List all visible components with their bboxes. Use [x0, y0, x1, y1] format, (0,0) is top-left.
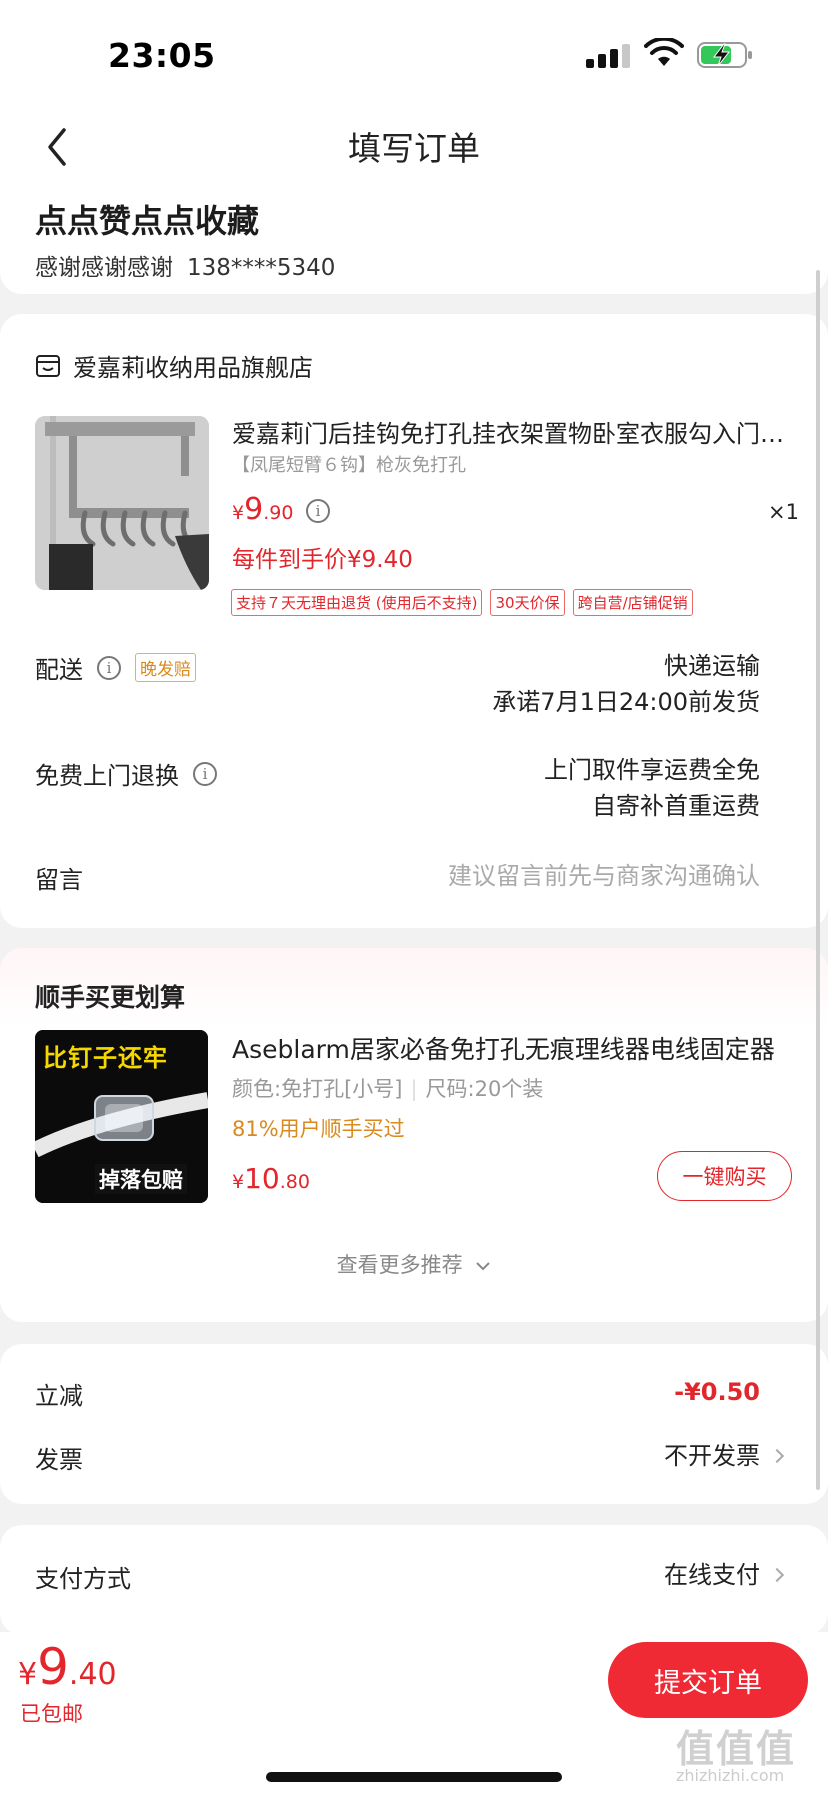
- late-delivery-badge: 晚发赔: [135, 653, 196, 682]
- total-symbol: ¥: [18, 1657, 38, 1692]
- status-bar: 23:05: [0, 0, 828, 100]
- tag-returns: 支持７天无理由退货 (使用后不支持): [231, 589, 483, 616]
- returns-detail: 上门取件享运费全免 自寄补首重运费: [544, 752, 760, 824]
- recommend-image-slogan: 比钉子还牢: [43, 1044, 168, 1072]
- submit-order-button[interactable]: 提交订单: [608, 1642, 808, 1718]
- recommend-image-guarantee: 掉落包赔: [95, 1164, 187, 1194]
- returns-line1: 上门取件享运费全免: [544, 756, 760, 784]
- recommend-bought-rate: 81%用户顺手买过: [232, 1117, 405, 1141]
- nav-bar: 填写订单: [0, 100, 828, 192]
- recommend-spec-color: 颜色:免打孔[小号]: [232, 1077, 403, 1101]
- delivery-promise: 承诺7月1日24:00前发货: [492, 688, 760, 716]
- rec-price-symbol: ¥: [232, 1171, 245, 1193]
- recommend-product-name[interactable]: Aseblarm居家必备免打孔无痕理线器电线固定器: [232, 1030, 792, 1066]
- price-int: 9: [244, 492, 264, 527]
- total-price: ¥9.40: [18, 1638, 117, 1696]
- total-int: 9: [37, 1638, 69, 1696]
- invoice-value[interactable]: 不开发票: [664, 1438, 760, 1474]
- discount-value: -¥0.50: [674, 1378, 760, 1406]
- product-spec: 【凤尾短臂６钩】枪灰免打孔: [232, 455, 466, 476]
- price-summary-card: [0, 1344, 828, 1504]
- discount-label-text: 立减: [35, 1382, 83, 1410]
- store-name: 爱嘉莉收纳用品旗舰店: [73, 354, 313, 382]
- message-label: 留言: [35, 860, 83, 895]
- hook-rack-illustration: [35, 416, 209, 590]
- returns-info-icon[interactable]: i: [193, 761, 217, 786]
- recommend-image[interactable]: 比钉子还牢 掉落包赔: [35, 1030, 208, 1203]
- free-shipping-label: 已包邮: [20, 1702, 83, 1726]
- recipient-name: 感谢感谢感谢: [35, 255, 173, 281]
- cellular-signal-icon: [586, 44, 630, 68]
- delivery-detail[interactable]: 快递运输 承诺7月1日24:00前发货: [492, 648, 760, 720]
- delivery-method: 快递运输: [664, 652, 760, 680]
- recipient-phone: 138****5340: [187, 255, 336, 281]
- watermark-logo: 值值值: [676, 1727, 797, 1771]
- watermark-url: zhizhizhi.com: [676, 1766, 785, 1785]
- price-dec: .90: [263, 502, 294, 524]
- price-info-icon[interactable]: i: [306, 499, 330, 523]
- message-input[interactable]: 建议留言前先与商家沟通确认: [448, 858, 760, 894]
- service-tags: 支持７天无理由退货 (使用后不支持) 30天价保 跨自营/店铺促销: [231, 589, 693, 616]
- product-title[interactable]: 爱嘉莉门后挂钩免打孔挂衣架置物卧室衣服勾入门挂钩: [232, 414, 792, 449]
- returns-line2: 自寄补首重运费: [592, 792, 760, 820]
- battery-charging-icon: [697, 42, 752, 68]
- address-name: 点点赞点点收藏: [35, 202, 260, 240]
- see-more-label: 查看更多推荐: [336, 1253, 463, 1277]
- see-more-recommend[interactable]: 查看更多推荐: [0, 1249, 828, 1279]
- wifi-icon: [644, 38, 684, 66]
- total-dec: .40: [68, 1657, 117, 1692]
- invoice-label: 发票: [35, 1440, 83, 1475]
- scrollbar[interactable]: [816, 270, 820, 1490]
- address-contact: 感谢感谢感谢 138****5340: [35, 248, 335, 282]
- returns-label: 免费上门退换: [35, 762, 179, 790]
- recommend-price: ¥10.80: [232, 1162, 310, 1195]
- returns-row-label: 免费上门退换 i: [35, 756, 217, 791]
- product-quantity: ×1: [768, 500, 799, 524]
- chevron-down-icon: [476, 1262, 491, 1271]
- store-icon: [36, 354, 60, 377]
- delivery-info-icon[interactable]: i: [97, 655, 121, 680]
- product-price: ¥9.90: [232, 492, 293, 527]
- tag-price-protect: 30天价保: [490, 589, 565, 616]
- rec-price-int: 10: [244, 1162, 280, 1195]
- final-price: 每件到手价¥9.40: [232, 547, 413, 573]
- rec-price-dec: .80: [279, 1171, 310, 1193]
- price-symbol: ¥: [232, 502, 245, 524]
- one-click-buy-button[interactable]: 一键购买: [657, 1151, 792, 1201]
- delivery-row-label: 配送 i 晚发赔: [35, 650, 196, 685]
- store-header[interactable]: 爱嘉莉收纳用品旗舰店: [35, 348, 313, 383]
- payment-label-text: 支付方式: [35, 1565, 131, 1593]
- delivery-label: 配送: [35, 656, 83, 684]
- payment-label: 支付方式: [35, 1559, 131, 1594]
- spec-separator: |: [410, 1077, 418, 1101]
- payment-value[interactable]: 在线支付: [664, 1557, 760, 1593]
- product-image[interactable]: [35, 416, 209, 590]
- recommend-spec-size: 尺码:20个装: [425, 1077, 544, 1101]
- page-title: 填写订单: [348, 129, 480, 168]
- discount-label: 立减: [35, 1376, 83, 1411]
- status-time: 23:05: [108, 36, 216, 75]
- order-card: [0, 314, 828, 928]
- recommend-title: 顺手买更划算: [35, 983, 186, 1012]
- tag-promo: 跨自营/店铺促销: [572, 589, 693, 616]
- recommend-spec: 颜色:免打孔[小号] | 尺码:20个装: [232, 1073, 543, 1103]
- message-label-text: 留言: [35, 866, 83, 894]
- invoice-label-text: 发票: [35, 1446, 83, 1474]
- home-indicator[interactable]: [266, 1772, 562, 1782]
